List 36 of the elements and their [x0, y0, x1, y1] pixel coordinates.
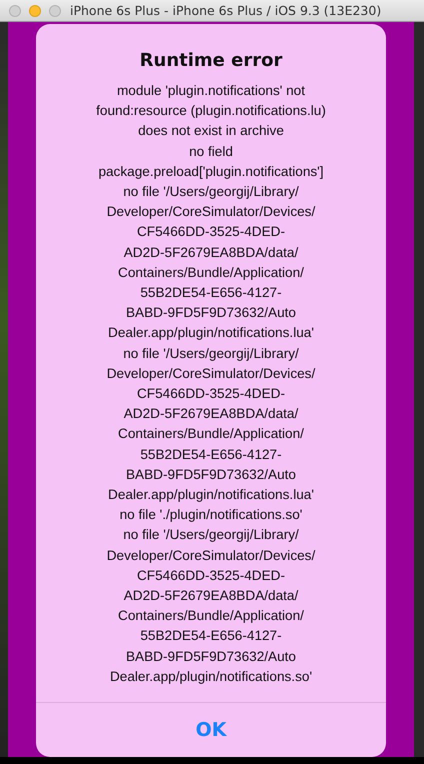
message-line: Developer/CoreSimulator/Devices/: [106, 203, 316, 222]
message-line: does not exist in archive: [137, 122, 285, 140]
message-line: Containers/Bundle/Application/: [117, 264, 305, 282]
message-line: Dealer.app/plugin/notifications.lua': [107, 324, 315, 342]
message-line: 55B2DE54-E656-4127-: [139, 446, 283, 464]
message-line: found:resource (plugin.notifications.lu): [95, 102, 327, 120]
message-line: CF5466DD-3525-4DED-: [136, 385, 286, 404]
message-line: no file './plugin/notifications.so': [118, 506, 304, 524]
message-line: module 'plugin.notifications' not: [116, 82, 306, 100]
minimize-button[interactable]: [29, 4, 41, 16]
message-line: BABD-9FD5F9D73632/Auto: [124, 648, 297, 666]
window-title: iPhone 6s Plus - iPhone 6s Plus / iOS 9.3 (13E230): [70, 3, 382, 18]
message-line: BABD-9FD5F9D73632/Auto: [124, 466, 297, 484]
message-line: no field: [188, 142, 234, 161]
message-line: 55B2DE54-E656-4127-: [139, 627, 283, 646]
message-line: BABD-9FD5F9D73632/Auto: [124, 304, 297, 322]
message-line: AD2D-5F2679EA8BDA/data/: [122, 244, 300, 262]
message-line: AD2D-5F2679EA8BDA/data/: [122, 587, 300, 606]
message-line: Dealer.app/plugin/notifications.lua': [107, 486, 315, 504]
message-line: no file '/Users/georgij/Library/: [122, 183, 300, 202]
message-line: Dealer.app/plugin/notifications.so': [108, 668, 314, 686]
message-line: Containers/Bundle/Application/: [117, 425, 305, 444]
close-button[interactable]: [9, 4, 21, 16]
message-line: Developer/CoreSimulator/Devices/: [106, 364, 316, 383]
message-line: no file '/Users/georgij/Library/: [122, 344, 300, 363]
message-line: package.preload['plugin.notifications']: [97, 162, 325, 181]
ok-button[interactable]: OK: [36, 703, 386, 757]
message-line: CF5466DD-3525-4DED-: [136, 223, 286, 242]
message-line: AD2D-5F2679EA8BDA/data/: [122, 405, 300, 424]
message-line: Containers/Bundle/Application/: [117, 607, 305, 626]
alert-title: Runtime error: [138, 49, 284, 73]
message-line: Developer/CoreSimulator/Devices/: [106, 546, 316, 565]
message-line: CF5466DD-3525-4DED-: [136, 566, 286, 585]
zoom-button[interactable]: [49, 4, 61, 16]
message-line: 55B2DE54-E656-4127-: [139, 284, 283, 302]
message-line: no file '/Users/georgij/Library/: [122, 526, 300, 544]
